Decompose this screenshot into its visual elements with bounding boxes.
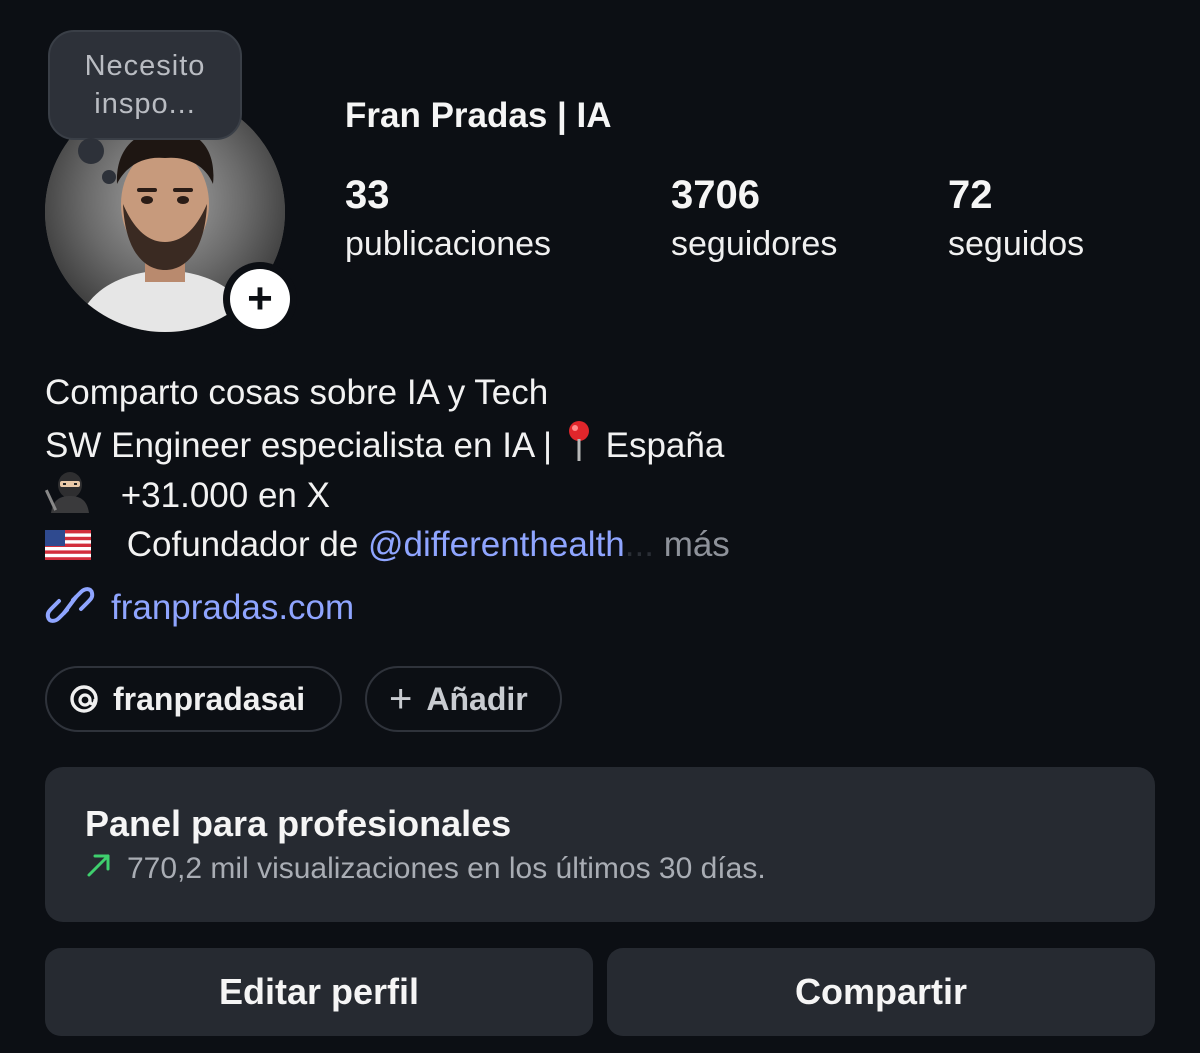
ninja-icon <box>44 469 95 528</box>
bio-location: España <box>605 425 725 465</box>
stat-following-label: seguidos <box>948 225 1085 263</box>
dashboard-title: Panel para profesionales <box>85 803 512 844</box>
note-bubble-tail-small <box>102 170 116 184</box>
stat-posts-label: publicaciones <box>345 225 552 263</box>
add-story-button[interactable]: + <box>223 262 297 336</box>
profile-header: + Necesito inspo... Fran Pradas | IA 33 … <box>0 0 1200 1053</box>
bio-line-2: SW Engineer especialista en IA | España <box>45 419 730 470</box>
stat-following-value: 72 <box>948 173 993 217</box>
bio-ellipsis: ... <box>624 524 654 564</box>
us-flag-icon <box>45 524 91 560</box>
trending-up-icon <box>85 851 113 887</box>
mention-link[interactable]: @differenthealth <box>368 525 625 564</box>
note-bubble-tail <box>78 138 104 164</box>
stat-followers[interactable]: 3706 seguidores <box>671 172 837 270</box>
stat-posts[interactable]: 33 publicaciones <box>345 172 551 270</box>
bio-line-1: Comparto cosas sobre IA y Tech <box>45 373 549 412</box>
more-button[interactable]: más <box>664 525 730 564</box>
note-text: Necesito inspo... <box>84 50 206 120</box>
stat-following[interactable]: 72 seguidos <box>948 172 1084 270</box>
dashboard-subtitle: 770,2 mil visualizaciones en los últimos… <box>85 851 766 887</box>
edit-profile-button[interactable]: Editar perfil <box>45 948 593 1036</box>
link-icon <box>45 584 95 631</box>
note-bubble[interactable]: Necesito inspo... <box>48 30 242 140</box>
dashboard-views-text: 770,2 mil visualizaciones en los últimos… <box>127 852 766 885</box>
bio-line-2-text: SW Engineer especialista en IA | <box>45 425 553 465</box>
professional-dashboard[interactable]: Panel para profesionales 770,2 mil visua… <box>45 767 1155 922</box>
threads-icon <box>69 684 99 714</box>
bio-line-4: Cofundador de @differenthealth... más <box>45 520 730 571</box>
add-link-button[interactable]: + Añadir <box>365 666 562 732</box>
threads-username: franpradasai <box>113 680 306 717</box>
stat-followers-value: 3706 <box>671 173 760 217</box>
add-link-label: Añadir <box>426 680 528 717</box>
bio-line-4-text: Cofundador de <box>126 524 369 564</box>
stat-posts-value: 33 <box>345 173 390 217</box>
profile-name: Fran Pradas | IA <box>345 96 612 135</box>
plus-icon: + <box>389 677 413 721</box>
share-profile-button[interactable]: Compartir <box>607 948 1155 1036</box>
bio-line-3: +31.000 en X <box>44 469 730 520</box>
bio-line-3-text: +31.000 en X <box>120 476 330 515</box>
plus-icon: + <box>230 269 290 329</box>
pin-icon <box>562 419 596 478</box>
threads-button[interactable]: franpradasai <box>45 666 342 732</box>
website-link[interactable]: franpradas.com <box>45 584 354 631</box>
bio: Comparto cosas sobre IA y Tech SW Engine… <box>44 368 730 571</box>
stat-followers-label: seguidores <box>671 225 838 263</box>
website-link-text[interactable]: franpradas.com <box>111 588 354 628</box>
